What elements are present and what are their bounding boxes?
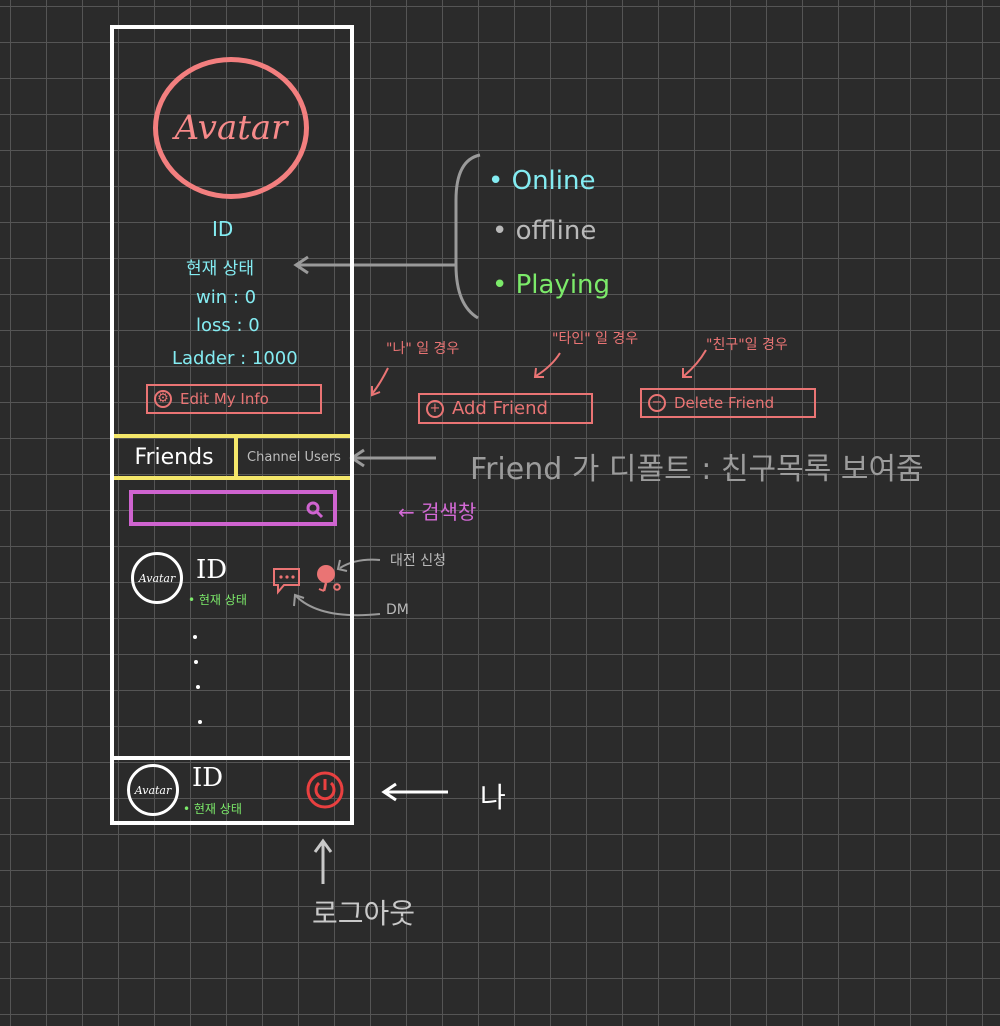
profile-id: ID — [212, 217, 234, 241]
list-continuation-dot — [194, 660, 198, 664]
delete-friend-button[interactable]: − Delete Friend — [640, 388, 816, 418]
dm-note: DM — [386, 602, 409, 618]
profile-avatar: Avatar — [153, 57, 309, 199]
friend-avatar-label: Avatar — [138, 571, 176, 585]
me-note: 나 — [480, 781, 506, 814]
profile-loss: loss : 0 — [196, 315, 260, 336]
edit-my-info-label: Edit My Info — [180, 390, 269, 408]
me-id: ID — [192, 763, 224, 793]
friend-status: • 현재 상태 — [188, 593, 247, 607]
logout-note: 로그아웃 — [312, 897, 416, 930]
friend-avatar[interactable]: Avatar — [131, 552, 183, 604]
settings-icon: ⚙ — [154, 390, 172, 408]
dm-icon[interactable] — [272, 567, 302, 595]
case-label-friend: "친구"일 경우 — [706, 337, 788, 353]
search-input[interactable] — [129, 490, 337, 526]
case-label-me: "나" 일 경우 — [386, 341, 460, 357]
me-avatar-label: Avatar — [134, 783, 172, 797]
battle-request-note: 대전 신청 — [390, 553, 446, 569]
delete-friend-label: Delete Friend — [674, 394, 775, 412]
friend-id: ID — [196, 555, 228, 585]
minus-icon: − — [648, 394, 666, 412]
status-option-offline: • offline — [492, 216, 597, 246]
profile-status: 현재 상태 — [186, 259, 254, 279]
battle-request-icon[interactable] — [314, 563, 344, 595]
me-status: • 현재 상태 — [183, 802, 242, 816]
edit-my-info-button[interactable]: ⚙ Edit My Info — [146, 384, 322, 414]
tab-channel-users-label: Channel Users — [247, 449, 341, 465]
status-option-online: • Online — [488, 166, 596, 196]
panel-divider — [114, 756, 350, 760]
default-tab-note: Friend 가 디폴트 : 친구목록 보여줌 — [470, 452, 924, 487]
plus-icon: + — [426, 399, 444, 418]
power-icon[interactable] — [305, 770, 345, 810]
profile-win: win : 0 — [196, 287, 257, 308]
profile-avatar-label: Avatar — [174, 108, 288, 148]
tab-friends[interactable]: Friends — [114, 434, 238, 480]
list-continuation-dot — [196, 685, 200, 689]
add-friend-label: Add Friend — [452, 398, 548, 419]
tab-friends-label: Friends — [134, 444, 214, 470]
search-note: ← 검색창 — [398, 500, 477, 524]
case-label-other: "타인" 일 경우 — [552, 331, 639, 347]
search-icon — [306, 501, 324, 519]
add-friend-button[interactable]: + Add Friend — [418, 393, 593, 424]
list-continuation-dot — [198, 720, 202, 724]
list-continuation-dot — [193, 635, 197, 639]
status-option-playing: • Playing — [492, 270, 611, 300]
tab-channel-users[interactable]: Channel Users — [238, 434, 350, 480]
profile-ladder: Ladder : 1000 — [172, 348, 298, 369]
me-avatar[interactable]: Avatar — [127, 764, 179, 816]
